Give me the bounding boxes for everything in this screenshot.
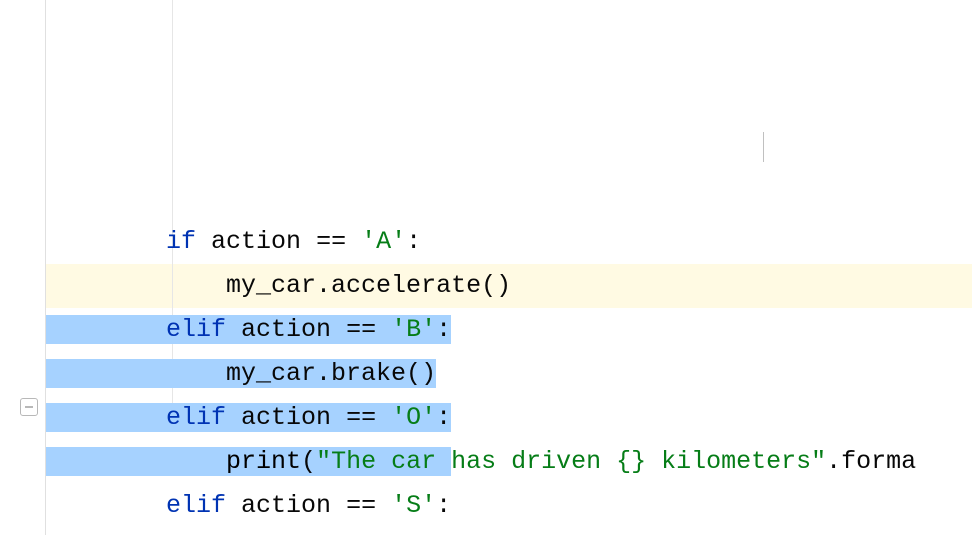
code-token: == — [346, 315, 376, 344]
code-token: : — [436, 315, 451, 344]
code-token: == — [346, 491, 376, 520]
code-token: .forma — [826, 447, 916, 476]
code-token: 'S' — [391, 491, 436, 520]
code-line[interactable]: print("The car has driven {} kilometers"… — [46, 440, 972, 484]
indent — [46, 491, 166, 520]
indent — [46, 315, 166, 344]
code-token: print — [226, 447, 301, 476]
code-token: 'A' — [361, 227, 406, 256]
code-token: my_car.accelerate() — [226, 271, 511, 300]
code-token: elif — [166, 491, 226, 520]
code-token: action — [196, 227, 316, 256]
code-line[interactable]: elif action == 'S': — [46, 484, 972, 528]
indent — [46, 403, 166, 432]
code-line[interactable]: my_car.accelerate() — [46, 264, 972, 308]
code-token: 'B' — [391, 315, 436, 344]
code-line[interactable]: print("The car's average speed was {} kp… — [46, 528, 972, 535]
indent — [46, 447, 226, 476]
code-token: action — [226, 403, 346, 432]
code-token: : — [406, 227, 421, 256]
code-line[interactable]: elif action == 'O': — [46, 396, 972, 440]
code-line[interactable]: if action == 'A': — [46, 220, 972, 264]
code-token — [376, 491, 391, 520]
code-area[interactable]: if action == 'A': my_car.accelerate() el… — [46, 0, 972, 535]
code-token: : — [436, 403, 451, 432]
code-token: elif — [166, 403, 226, 432]
code-token: == — [316, 227, 346, 256]
code-token: == — [346, 403, 376, 432]
code-line[interactable]: my_car.brake() — [46, 352, 972, 396]
code-token: 'O' — [391, 403, 436, 432]
gutter — [0, 0, 46, 535]
code-line[interactable]: elif action == 'B': — [46, 308, 972, 352]
fold-collapse-icon[interactable] — [20, 398, 38, 416]
code-token — [376, 315, 391, 344]
code-token: "The car — [316, 447, 451, 476]
code-token: has driven {} kilometers" — [451, 447, 826, 476]
code-token: action — [226, 315, 346, 344]
code-token: ( — [301, 447, 316, 476]
code-editor[interactable]: if action == 'A': my_car.accelerate() el… — [0, 0, 972, 535]
indent — [46, 359, 226, 388]
code-token — [376, 403, 391, 432]
code-token: : — [436, 491, 451, 520]
code-token: action — [226, 491, 346, 520]
indent — [46, 271, 226, 300]
indent — [46, 227, 166, 256]
code-token: if — [166, 227, 196, 256]
text-cursor — [763, 132, 764, 162]
code-token: elif — [166, 315, 226, 344]
code-token: my_car.brake() — [226, 359, 436, 388]
code-token — [346, 227, 361, 256]
